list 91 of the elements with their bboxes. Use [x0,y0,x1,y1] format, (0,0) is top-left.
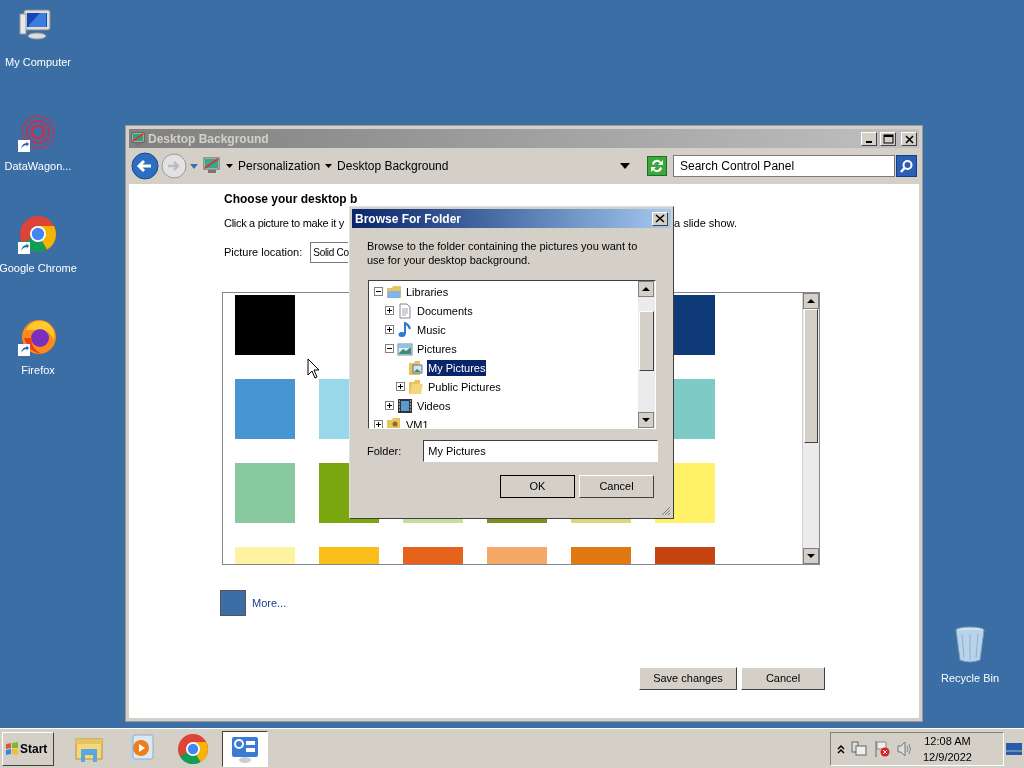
back-button-icon[interactable] [131,152,159,180]
dotted-ring-icon[interactable] [18,112,58,152]
color-swatch[interactable] [235,379,295,439]
folder-field[interactable]: My Pictures [423,440,659,462]
color-swatch[interactable] [220,590,246,616]
expand-toggle-icon[interactable] [385,401,394,410]
window-title: Desktop Background [148,130,270,148]
desktop-icon-label[interactable]: Firefox [21,362,55,379]
flag-alert-icon[interactable] [873,739,891,758]
search-icon [899,158,914,174]
scrollbar[interactable] [802,293,819,564]
scroll-down-icon[interactable] [638,412,654,428]
cursor-icon [307,358,321,380]
maximize-icon [881,132,895,145]
caret-icon [325,163,333,169]
tree-item[interactable]: Documents [416,302,474,319]
scroll-down-icon[interactable] [803,548,819,564]
refresh-icon[interactable] [647,156,667,176]
clock-date: 12/9/2022 [923,749,972,765]
caret-icon [226,163,233,169]
browser-icon[interactable] [18,214,58,254]
picture-location-label: Picture location: [224,244,303,260]
tree-item[interactable]: Pictures [416,340,458,357]
desktop-icon-label[interactable]: My Computer [5,54,71,71]
show-desktop-icon[interactable] [1006,740,1022,757]
color-swatch[interactable] [235,295,295,355]
minimize-icon [866,141,872,143]
taskbar-button[interactable] [222,730,268,767]
document-icon [397,302,413,319]
instruction-text: a slide show. [674,215,737,231]
close-button[interactable] [652,211,668,226]
scroll-up-icon[interactable] [803,293,819,309]
picture-icon [397,340,413,357]
cancel-button[interactable]: Cancel [741,667,825,690]
folder-icon [408,378,424,395]
tree-item[interactable]: Music [416,321,447,338]
resize-grip-icon [659,504,671,516]
desktop-icon-label[interactable]: Google Chrome [0,260,77,277]
expand-toggle-icon[interactable] [385,325,394,334]
breadcrumb-item[interactable]: Personalization [238,157,321,175]
clock[interactable]: 12:08 AM 12/9/2022 [923,732,972,765]
scrollbar-thumb[interactable] [804,309,818,443]
ok-button[interactable]: OK [500,475,575,498]
scrollbar[interactable] [638,281,655,428]
maximize-button[interactable] [880,131,896,146]
folder-label: Folder: [367,443,402,459]
scroll-up-icon[interactable] [638,281,654,297]
film-strip-icon [397,397,413,414]
dropdown-caret-icon[interactable] [620,163,630,169]
more-link[interactable]: More... [252,594,287,612]
tree-item[interactable]: VM1 [405,416,430,428]
search-field[interactable]: Search Control Panel [673,155,895,177]
chevron-up-icon[interactable] [837,743,845,754]
close-icon [655,214,665,223]
tree-item[interactable]: Libraries [405,283,450,300]
search-button[interactable] [896,155,917,177]
expand-toggle-icon[interactable] [385,306,394,315]
desktop-icon-label[interactable]: DataWagon... [4,158,72,175]
folder-with-person-icon [386,416,402,428]
expand-toggle-icon[interactable] [374,420,383,428]
instruction-text: Click a picture to make it y [224,215,344,231]
dialog-title: Browse For Folder [355,210,462,228]
close-icon [902,132,916,145]
monitor-icon [131,131,145,146]
monitor-icon [203,157,221,175]
start-button[interactable]: Start [2,731,54,766]
desktop-icon-label[interactable]: Recycle Bin [940,670,1000,687]
clock-time: 12:08 AM [924,733,971,749]
collapse-toggle-icon[interactable] [385,344,394,353]
dialog-description: Browse to the folder containing the pictures you want to use for your desktop background. [367,239,639,267]
volume-icon[interactable] [896,739,914,758]
music-note-icon [397,321,413,338]
breadcrumb-item[interactable]: Desktop Background [337,157,449,175]
save-button[interactable]: Save changes [639,667,737,690]
close-button[interactable] [901,131,917,146]
network-icon[interactable] [850,739,868,758]
collapse-toggle-icon[interactable] [374,287,383,296]
picture-location-dropdown[interactable]: Solid Co [310,241,349,263]
color-swatch[interactable] [235,463,295,523]
expand-toggle-icon[interactable] [396,382,405,391]
tree-item[interactable]: Videos [416,397,452,414]
minimize-button[interactable] [861,131,877,146]
cancel-button[interactable]: Cancel [579,475,654,498]
browser-icon [177,732,209,765]
scrollbar-thumb[interactable] [639,311,654,371]
folder-with-picture-icon [408,359,424,376]
windows-flag-icon [5,741,19,756]
tree-item[interactable]: Public Pictures [427,378,502,395]
library-folder-icon [386,283,402,300]
tree-item[interactable]: My Pictures [427,359,487,376]
page-heading: Choose your desktop b [224,192,358,206]
